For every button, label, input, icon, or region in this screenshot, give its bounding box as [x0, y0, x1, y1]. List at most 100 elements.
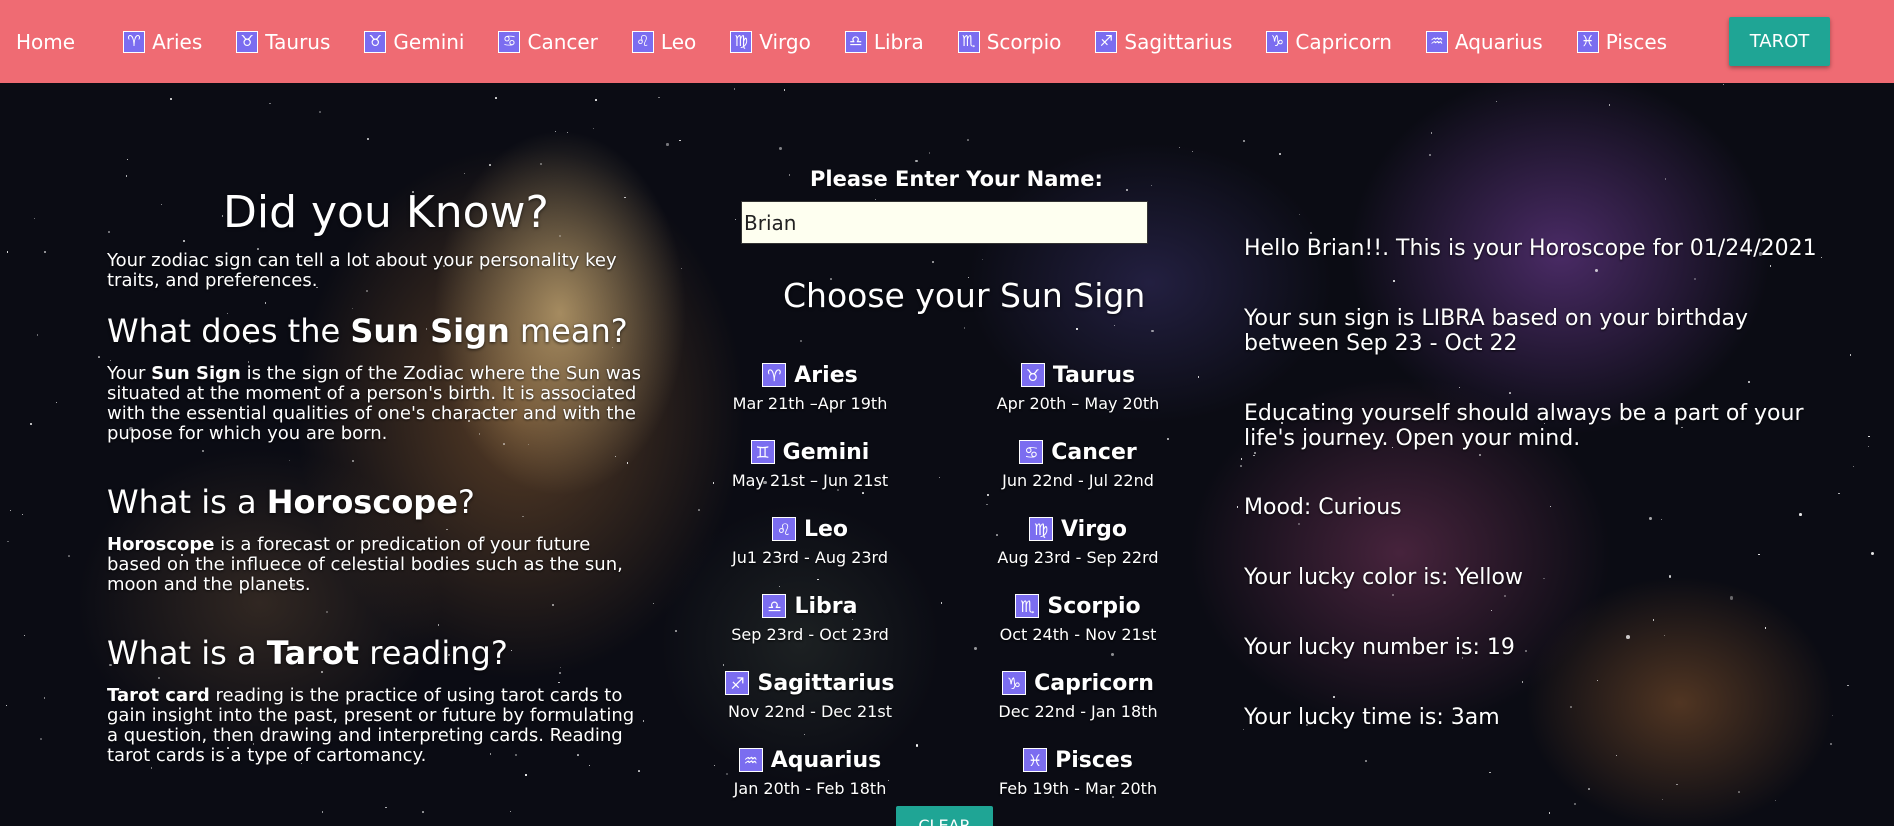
sign-option-scorpio[interactable]: ♏ Scorpio Oct 24th - Nov 21st	[978, 591, 1178, 645]
scorpio-icon: ♏	[1015, 594, 1040, 618]
nav-home[interactable]: Home	[16, 30, 75, 54]
star	[1236, 505, 1239, 508]
name-label: Please Enter Your Name:	[810, 167, 1103, 191]
star	[1179, 146, 1181, 148]
star	[567, 131, 569, 134]
star	[592, 127, 594, 129]
nav-label: Scorpio	[986, 29, 1062, 54]
sign-option-cancer[interactable]: ♋ Cancer Jun 22nd - Jul 22nd	[978, 437, 1178, 491]
nav-item-scorpio[interactable]: ♏ Scorpio	[957, 29, 1062, 54]
star	[652, 603, 654, 605]
sign-option-gemini[interactable]: ♊ Gemini May 21st – Jun 21st	[710, 437, 910, 491]
star	[1393, 280, 1396, 282]
libra-icon: ♎	[844, 30, 867, 53]
sign-option-taurus[interactable]: ♉ Taurus Apr 20th – May 20th	[978, 360, 1178, 414]
nav-item-cancer[interactable]: ♋ Cancer	[498, 30, 598, 54]
star	[558, 681, 560, 684]
nav-item-leo[interactable]: ♌ Leo	[631, 30, 696, 54]
star	[986, 503, 988, 506]
nav-item-libra[interactable]: ♎ Libra	[844, 30, 924, 54]
star	[675, 629, 678, 632]
sign-dates: Mar 21th –Apr 19th	[732, 394, 888, 413]
nav-item-aquarius[interactable]: ♒ Aquarius	[1425, 29, 1543, 54]
star	[438, 624, 440, 626]
star	[182, 239, 185, 242]
star	[264, 302, 267, 304]
tarot-button[interactable]: TAROT	[1729, 17, 1830, 66]
star	[804, 733, 806, 736]
heading-text: reading?	[359, 634, 508, 672]
aquarius-icon: ♒	[738, 748, 763, 772]
tarot-heading: What is a Tarot reading?	[107, 634, 667, 672]
heading-text: What is a	[107, 634, 267, 672]
nav-label: Aquarius	[1454, 29, 1543, 54]
star	[1574, 803, 1577, 806]
sign-label: Scorpio	[1047, 593, 1141, 619]
star	[931, 260, 934, 263]
sign-label: Capricorn	[1034, 670, 1154, 696]
sign-option-aries[interactable]: ♈ Aries Mar 21th –Apr 19th	[710, 360, 910, 414]
nav-item-taurus[interactable]: ♉ Taurus	[236, 30, 330, 54]
star	[1278, 153, 1281, 156]
star	[778, 146, 783, 151]
star	[735, 218, 737, 220]
clear-button[interactable]: CLEAR	[896, 806, 993, 826]
virgo-icon: ♍	[1029, 517, 1054, 541]
star	[982, 259, 984, 261]
nav-item-aries[interactable]: ♈ Aries	[123, 30, 202, 54]
star	[1662, 798, 1664, 800]
star	[385, 806, 387, 809]
sign-dates: Nov 22nd - Dec 21st	[728, 702, 892, 721]
star	[525, 774, 527, 776]
sign-option-virgo[interactable]: ♍ Virgo Aug 23rd - Sep 22rd	[978, 514, 1178, 568]
heading-bold: Tarot	[266, 634, 360, 672]
star	[169, 98, 172, 101]
star	[269, 102, 272, 105]
star	[1309, 231, 1312, 234]
sign-option-aquarius[interactable]: ♒ Aquarius Jan 20th - Feb 18th	[710, 745, 910, 799]
sign-option-pisces[interactable]: ♓ Pisces Feb 19th - Mar 20th	[978, 745, 1178, 799]
horoscope-reading: Educating yourself should always be a pa…	[1244, 401, 1804, 451]
sign-option-sagittarius[interactable]: ♐ Sagittarius Nov 22nd - Dec 21st	[710, 668, 910, 721]
star	[21, 513, 24, 516]
star	[938, 476, 940, 478]
heading-bold: Sun Sign	[350, 312, 510, 350]
star	[366, 137, 369, 140]
nav-label: Gemini	[393, 29, 465, 54]
nav-item-capricorn[interactable]: ♑ Capricorn	[1266, 30, 1392, 54]
sign-label: Cancer	[1051, 439, 1137, 465]
sign-dates: Sep 23rd - Oct 23rd	[731, 625, 889, 644]
sign-option-leo[interactable]: ♌ Leo Ju1 23rd - Aug 23rd	[710, 514, 910, 568]
star	[1240, 458, 1242, 460]
star	[150, 767, 152, 769]
sign-dates: Ju1 23rd - Aug 23rd	[731, 548, 889, 567]
star	[1253, 454, 1255, 457]
star	[874, 198, 876, 200]
star	[1652, 619, 1655, 621]
nav-item-sagittarius[interactable]: ♐ Sagittarius	[1095, 30, 1232, 54]
star	[1489, 771, 1491, 773]
star	[680, 268, 683, 270]
text-bold: Horoscope	[107, 534, 215, 555]
name-input[interactable]	[741, 201, 1148, 244]
leo-icon: ♌	[771, 517, 796, 541]
star	[558, 234, 561, 238]
nav-item-gemini[interactable]: ♉ Gemini	[364, 30, 464, 54]
nav-label: Sagittarius	[1124, 29, 1233, 54]
star	[915, 744, 919, 747]
sign-name: ♏ Scorpio	[978, 591, 1178, 621]
star	[422, 810, 424, 813]
star	[509, 811, 511, 813]
sign-option-capricorn[interactable]: ♑ Capricorn Dec 22nd - Jan 18th	[978, 668, 1178, 722]
lucky-color-result: Your lucky color is: Yellow	[1244, 565, 1523, 590]
nav-item-pisces[interactable]: ♓ Pisces	[1576, 30, 1667, 54]
star	[638, 770, 641, 773]
gemini-icon: ♉	[364, 30, 387, 53]
sign-dates: May 21st – Jun 21st	[731, 471, 889, 490]
star	[1459, 386, 1461, 388]
star	[322, 811, 324, 813]
nav-item-virgo[interactable]: ♍ Virgo	[730, 30, 811, 54]
sign-label: Libra	[794, 593, 858, 619]
cancer-icon: ♋	[1019, 440, 1044, 464]
sign-option-libra[interactable]: ♎ Libra Sep 23rd - Oct 23rd	[710, 591, 910, 645]
